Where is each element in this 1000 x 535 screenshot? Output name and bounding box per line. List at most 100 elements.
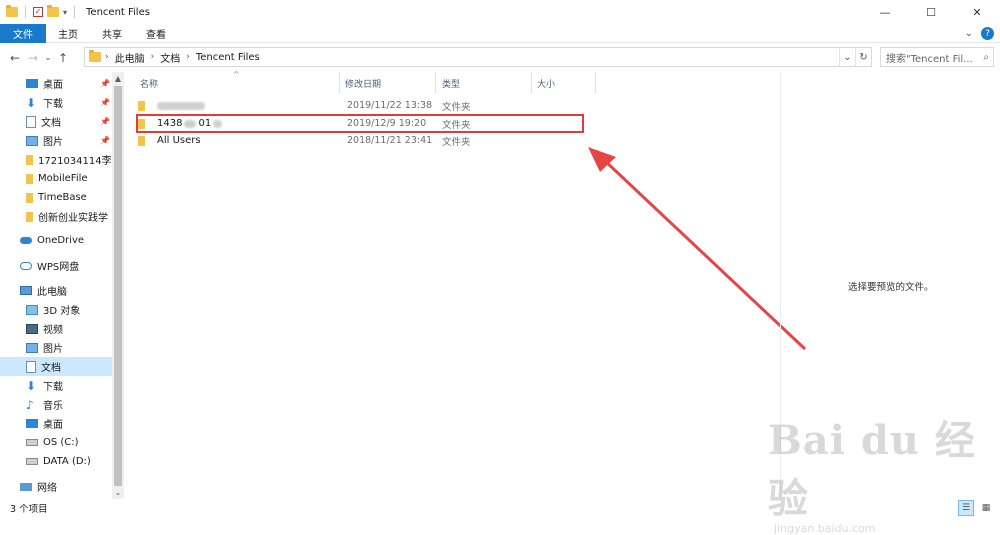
back-button[interactable]: ← [6, 47, 24, 69]
document-icon [26, 360, 36, 373]
scroll-down-arrow[interactable]: ⌄ [112, 486, 124, 498]
navigation-bar: ← → ⌄ ↑ › 此电脑 › 文档 › Tencent Files ⌄ ↻ 搜… [0, 45, 1000, 71]
expand-ribbon-icon[interactable]: ⌄ [965, 28, 973, 39]
scroll-thumb[interactable] [114, 86, 122, 486]
sidebar-item-desktop-quick[interactable]: 桌面 📌 [0, 74, 112, 93]
recent-locations-button[interactable]: ⌄ [42, 47, 54, 69]
column-divider[interactable] [435, 72, 436, 94]
ribbon-tabs: 文件 主页 共享 查看 ⌄ ? [0, 23, 1000, 43]
column-header-size[interactable]: 大小 [537, 72, 555, 94]
pin-icon[interactable]: 📌 [100, 79, 110, 88]
minimize-button[interactable]: — [862, 0, 908, 24]
sidebar-item-wps-cloud[interactable]: WPS网盘 [0, 256, 112, 275]
folder-icon[interactable] [6, 5, 18, 17]
wps-cloud-icon [20, 261, 32, 270]
window-title: Tencent Files [86, 6, 150, 18]
sidebar-item-onedrive[interactable]: OneDrive [0, 231, 112, 250]
sidebar-item-videos[interactable]: 视频 [0, 319, 112, 338]
properties-icon[interactable]: ✓ [33, 7, 43, 17]
help-icon[interactable]: ? [981, 27, 994, 40]
tab-file[interactable]: 文件 [0, 23, 46, 43]
sidebar-item-pictures[interactable]: 图片 [0, 338, 112, 357]
sidebar-item-drive-d[interactable]: DATA (D:) [0, 452, 112, 471]
column-header-name[interactable]: 名称 [140, 72, 158, 94]
picture-icon [26, 342, 38, 353]
sidebar-item-documents[interactable]: 文档 [0, 357, 112, 376]
date-cell: 2019/11/22 13:38 [347, 100, 433, 111]
address-dropdown-button[interactable]: ⌄ [839, 48, 855, 66]
forward-button[interactable]: → [24, 47, 42, 69]
sidebar-item-label: 下载 [43, 99, 63, 110]
tab-view[interactable]: 查看 [134, 24, 178, 43]
column-header-date[interactable]: 修改日期 [345, 72, 381, 94]
chevron-right-icon[interactable]: › [105, 52, 109, 62]
sidebar-item-pictures-quick[interactable]: 图片 📌 [0, 131, 112, 150]
up-button[interactable]: ↑ [54, 47, 72, 69]
column-divider[interactable] [595, 72, 596, 94]
address-bar[interactable]: › 此电脑 › 文档 › Tencent Files ⌄ ↻ [84, 47, 872, 67]
sidebar-item-innovation[interactable]: 创新创业实践学 [0, 207, 112, 226]
title-bar: ✓ ▾ Tencent Files — ☐ ✕ [0, 0, 1000, 24]
file-name-text: All Users [157, 135, 201, 146]
refresh-button[interactable]: ↻ [855, 48, 871, 66]
tab-home[interactable]: 主页 [46, 24, 90, 43]
sidebar-item-3d-objects[interactable]: 3D 对象 [0, 300, 112, 319]
desktop-icon [26, 79, 38, 88]
chevron-right-icon[interactable]: › [186, 52, 190, 62]
sidebar-item-timebase[interactable]: TimeBase [0, 188, 112, 207]
sidebar-item-documents-quick[interactable]: 文档 📌 [0, 112, 112, 131]
breadcrumb-tencent-files[interactable]: Tencent Files [196, 52, 260, 63]
search-icon[interactable]: ⌕ [983, 52, 989, 63]
customize-toolbar-icon[interactable]: ▾ [63, 8, 67, 17]
sidebar-item-downloads-quick[interactable]: ⬇ 下载 📌 [0, 93, 112, 112]
sidebar-item-this-pc[interactable]: 此电脑 [0, 281, 112, 300]
column-divider[interactable] [531, 72, 532, 94]
search-placeholder: 搜索"Tencent Fil... [886, 53, 973, 65]
date-cell: 2018/11/21 23:41 [347, 135, 433, 146]
sidebar-item-label: 创新创业实践学 [38, 213, 108, 224]
scroll-up-arrow[interactable]: ▲ [112, 72, 124, 84]
sidebar-item-label: 此电脑 [37, 287, 67, 298]
search-input[interactable]: 搜索"Tencent Fil... ⌕ [880, 47, 994, 67]
close-button[interactable]: ✕ [954, 0, 1000, 24]
breadcrumb-documents[interactable]: 文档 [160, 50, 180, 65]
sidebar-item-mobilefile[interactable]: MobileFile [0, 169, 112, 188]
cloud-icon [20, 237, 32, 244]
large-icons-view-button[interactable]: ▦ [978, 500, 994, 516]
picture-icon [26, 135, 38, 146]
redacted-name [157, 101, 205, 110]
drive-c-icon [26, 439, 38, 446]
sidebar-item-label: 文档 [41, 118, 61, 129]
sidebar-item-label: 音乐 [43, 401, 63, 412]
folder-icon [26, 211, 33, 222]
sidebar-item-desktop[interactable]: 桌面 [0, 414, 112, 433]
tab-share[interactable]: 共享 [90, 24, 134, 43]
column-header-type[interactable]: 类型 [442, 72, 460, 94]
chevron-right-icon[interactable]: › [151, 52, 155, 62]
maximize-button[interactable]: ☐ [908, 0, 954, 24]
pin-icon[interactable]: 📌 [100, 117, 110, 126]
folder-icon [89, 50, 101, 62]
pin-icon[interactable]: 📌 [100, 136, 110, 145]
desktop-icon [26, 419, 38, 428]
3d-objects-icon [26, 304, 38, 315]
computer-icon [20, 286, 32, 295]
sidebar-item-downloads[interactable]: ⬇ 下载 [0, 376, 112, 395]
sidebar-item-label: TimeBase [38, 192, 87, 203]
table-row[interactable]: 2019/11/22 13:38 文件夹 [138, 97, 578, 114]
sidebar-item-drive-c[interactable]: OS (C:) [0, 433, 112, 452]
column-divider[interactable] [339, 72, 340, 94]
sidebar-scrollbar[interactable]: ▲ ⌄ [112, 72, 124, 499]
table-row[interactable]: All Users 2018/11/21 23:41 文件夹 [138, 132, 578, 149]
sidebar-item-folder-1721034114[interactable]: 1721034114李 [0, 150, 112, 169]
folder-icon [26, 173, 33, 184]
sidebar-item-network[interactable]: 网络 [0, 477, 112, 496]
pin-icon[interactable]: 📌 [100, 98, 110, 107]
details-view-button[interactable]: ☰ [958, 500, 974, 516]
sidebar-item-music[interactable]: ♪ 音乐 [0, 395, 112, 414]
new-folder-icon[interactable] [47, 5, 59, 17]
breadcrumb-this-pc[interactable]: 此电脑 [115, 50, 145, 65]
sidebar-item-label: OneDrive [37, 235, 85, 246]
document-icon [26, 115, 36, 128]
folder-icon [26, 192, 33, 203]
